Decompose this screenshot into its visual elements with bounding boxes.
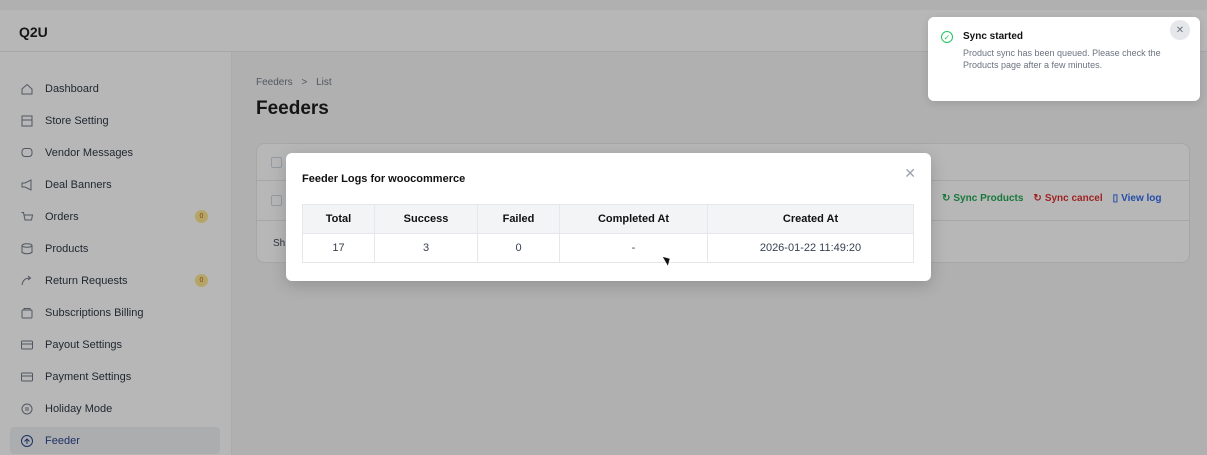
table-cell: 2026-01-22 11:49:20	[707, 233, 914, 263]
table-cell: 17	[302, 233, 375, 263]
table-cell: -	[559, 233, 708, 263]
logs-table: Total Success Failed Completed At Create…	[302, 204, 914, 263]
column-header: Total	[302, 204, 375, 234]
column-header: Created At	[707, 204, 914, 234]
column-header: Completed At	[559, 204, 708, 234]
column-header: Success	[374, 204, 478, 234]
close-icon[interactable]: ✕	[904, 165, 916, 182]
check-circle-icon: ✓	[941, 31, 953, 43]
table-cell: 0	[477, 233, 560, 263]
column-header: Failed	[477, 204, 560, 234]
feeder-logs-modal: Feeder Logs for woocommerce ✕ Total Succ…	[286, 153, 931, 281]
toast-message: Product sync has been queued. Please che…	[963, 48, 1161, 70]
table-row: 17 3 0 - 2026-01-22 11:49:20	[302, 233, 914, 263]
modal-title: Feeder Logs for woocommerce	[302, 173, 466, 185]
toast-title: Sync started	[963, 31, 1024, 42]
toast-close-button[interactable]: ✕	[1170, 20, 1190, 40]
table-cell: 3	[374, 233, 478, 263]
sync-toast: ✓ Sync started Product sync has been que…	[928, 17, 1200, 101]
table-header-row: Total Success Failed Completed At Create…	[302, 204, 914, 234]
